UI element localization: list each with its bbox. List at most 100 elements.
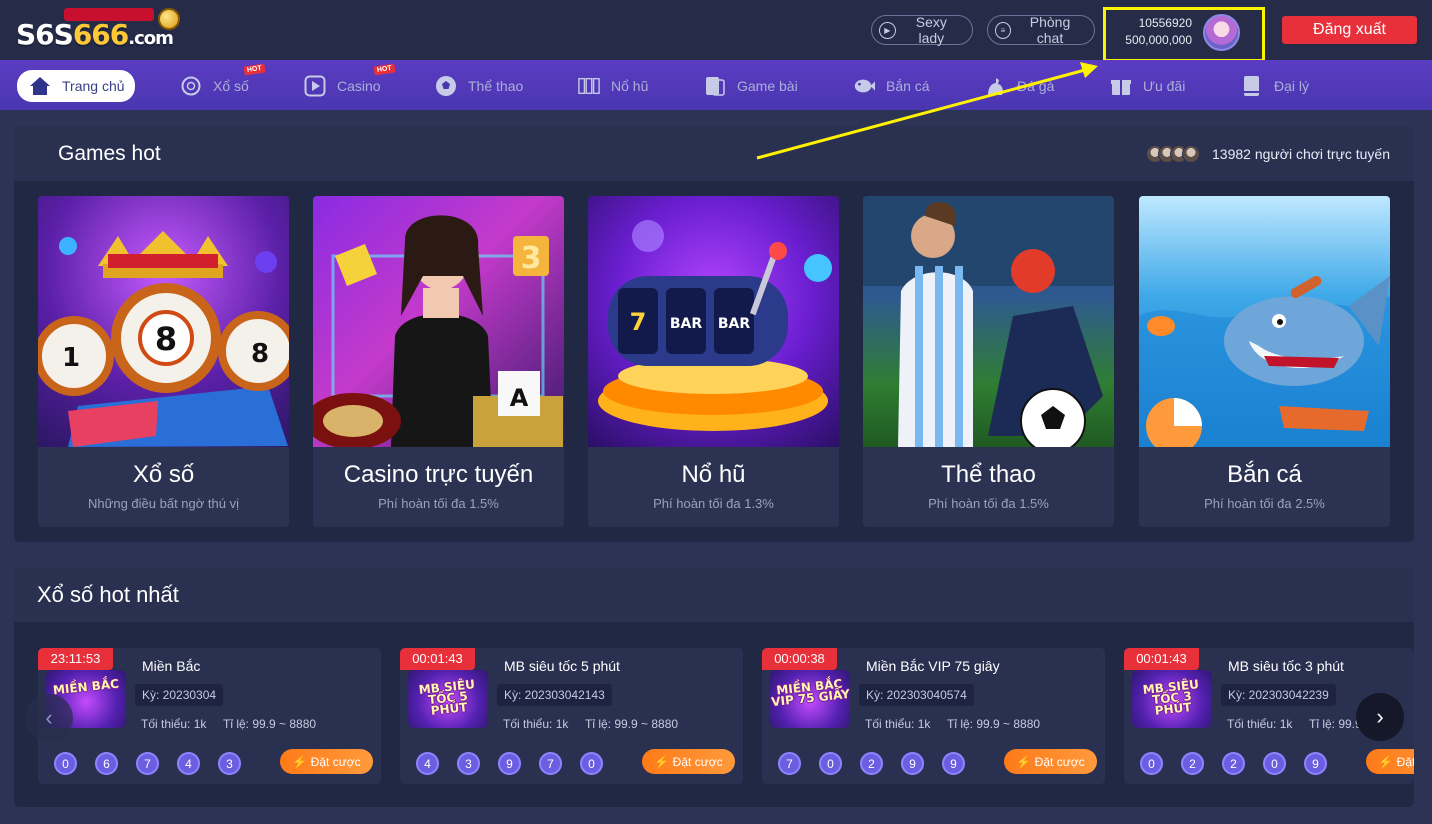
draw-period: Kỳ: 20230304 (135, 684, 224, 706)
nav-label-sports: Thể thao (468, 78, 524, 94)
svg-text:1: 1 (62, 343, 80, 373)
game-subtitle: Phí hoàn tối đa 1.3% (653, 496, 774, 511)
player-avatars (1146, 145, 1201, 163)
countdown-timer: 00:01:43 (1124, 648, 1199, 670)
game-name: Xổ số (132, 461, 195, 488)
svg-text:A: A (510, 384, 529, 412)
nav-item-slots[interactable]: Nổ hũ (578, 71, 648, 101)
game-name: Bắn cá (1227, 461, 1302, 488)
lottery-card[interactable]: MIỀN BẮC 23:11:53 Miền Bắc Kỳ: 20230304 … (38, 648, 381, 784)
game-subtitle: Phí hoàn tối đa 1.5% (378, 496, 499, 511)
result-ball: 0 (580, 752, 603, 775)
payout-rate: Tỉ lệ: 99.9 ~ 8880 (947, 717, 1041, 731)
nav-item-agent[interactable]: Đại lý (1241, 71, 1309, 101)
result-ball: 0 (1263, 752, 1286, 775)
nav-item-casino[interactable]: Casino HOT (304, 63, 396, 101)
result-ball: 2 (860, 752, 883, 775)
lottery-ball-icon (180, 75, 202, 97)
nav-item-promotions[interactable]: Ưu đãi (1110, 71, 1185, 101)
game-card-sports[interactable]: Thể thao Phí hoàn tối đa 1.5% (863, 196, 1114, 527)
main-nav: Trang chủ Xổ số HOT Casino HOT Thể thao … (0, 60, 1432, 110)
account-balance-box[interactable]: 10556920 500,000,000 (1103, 7, 1265, 62)
games-hot-header: Games hot 13982 người chơi trực tuyến (14, 126, 1414, 181)
sports-image (863, 196, 1114, 447)
cards-icon (704, 75, 726, 97)
rooster-icon (984, 75, 1006, 97)
draw-period: Kỳ: 202303042143 (497, 684, 612, 706)
games-hot-panel: Games hot 13982 người chơi trực tuyến 8 … (14, 126, 1414, 542)
game-name: Casino trực tuyến (343, 461, 534, 488)
chat-icon: ≡ (995, 21, 1011, 39)
result-ball: 9 (498, 752, 521, 775)
lottery-name: MB siêu tốc 3 phút (1228, 658, 1344, 674)
carousel-prev-button[interactable]: ‹ (25, 694, 73, 742)
lottery-card[interactable]: MIỀN BẮC VIP 75 GIÂY 00:00:38 Miền Bắc V… (762, 648, 1105, 784)
game-card-slots[interactable]: 7 BAR BAR Nổ hũ Phí hoàn tối đa 1.3% (588, 196, 839, 527)
nav-item-lottery[interactable]: Xổ số HOT (180, 63, 266, 101)
place-bet-button[interactable]: ⚡ Đặt cược (280, 749, 373, 774)
result-ball: 9 (1304, 752, 1327, 775)
countdown-timer: 00:01:43 (400, 648, 475, 670)
result-ball: 4 (177, 752, 200, 775)
draw-period: Kỳ: 202303040574 (859, 684, 974, 706)
nav-label-promotions: Ưu đãi (1143, 78, 1186, 94)
chevron-right-icon: › (1376, 704, 1384, 729)
svg-text:8: 8 (155, 320, 177, 358)
site-logo[interactable]: S6S666.com (16, 8, 191, 54)
game-card-fishing[interactable]: Bắn cá Phí hoàn tối đa 2.5% (1139, 196, 1390, 527)
lottery-card[interactable]: MB SIÊU TỐC 5 PHÚT 00:01:43 MB siêu tốc … (400, 648, 743, 784)
result-balls: 7 0 2 9 9 (778, 752, 965, 775)
result-ball: 7 (778, 752, 801, 775)
result-ball: 2 (1222, 752, 1245, 775)
nav-item-sports[interactable]: Thể thao (435, 71, 523, 101)
game-name: Nổ hũ (681, 461, 746, 488)
nav-item-card-games[interactable]: Game bài (704, 71, 798, 101)
online-count-text: 13982 người chơi trực tuyến (1212, 146, 1390, 162)
hot-badge: HOT (243, 63, 266, 76)
nav-label-agent: Đại lý (1274, 78, 1310, 94)
place-bet-button[interactable]: ⚡ Đặt cược (642, 749, 735, 774)
games-hot-title: Games hot (58, 142, 161, 165)
payout-rate: Tỉ lệ: 99.9 ~ 8880 (585, 717, 679, 731)
fishing-image (1139, 196, 1390, 447)
avatar[interactable] (1203, 14, 1240, 51)
balance-amount: 500,000,000 (1125, 33, 1192, 47)
sexy-lady-button[interactable]: ▶ Sexy lady (871, 14, 973, 46)
nav-label-fishing: Bắn cá (886, 78, 930, 94)
result-ball: 3 (218, 752, 241, 775)
min-bet: Tối thiểu: 1k (141, 717, 207, 731)
lottery-badge-image: MB SIÊU TỐC 5 PHÚT (408, 670, 488, 728)
place-bet-button[interactable]: ⚡ Đặt cược (1366, 749, 1414, 774)
agent-book-icon (1241, 75, 1263, 97)
game-subtitle: Những điều bất ngờ thú vị (88, 496, 239, 511)
svg-text:7: 7 (630, 308, 647, 336)
min-bet: Tối thiểu: 1k (1227, 717, 1293, 731)
result-ball: 9 (901, 752, 924, 775)
min-bet: Tối thiểu: 1k (503, 717, 569, 731)
carousel-next-button[interactable]: › (1356, 693, 1404, 741)
logo-text: S6S666.com (16, 18, 174, 51)
min-bet: Tối thiểu: 1k (865, 717, 931, 731)
result-ball: 7 (136, 752, 159, 775)
lottery-hot-title: Xổ số hot nhất (37, 582, 179, 607)
play-circle-icon: ▶ (879, 21, 896, 39)
chat-room-button[interactable]: ≡ Phòng chat (987, 14, 1095, 46)
chat-room-label: Phòng chat (1029, 14, 1071, 46)
nav-item-fishing[interactable]: Bắn cá (853, 71, 930, 101)
nav-item-home[interactable]: Trang chủ (17, 70, 135, 102)
svg-text:3: 3 (521, 241, 542, 276)
game-name: Thể thao (941, 461, 1036, 488)
play-icon (304, 75, 326, 97)
result-ball: 4 (416, 752, 439, 775)
nav-label-lottery: Xổ số (213, 78, 249, 94)
logout-button[interactable]: Đăng xuất (1282, 16, 1417, 44)
game-card-casino[interactable]: 3 A Casino trực tuyến Phí hoàn tối đa 1.… (313, 196, 564, 527)
game-card-lottery[interactable]: 8 1 8 Xổ số Những điều bất ngờ thú vị (38, 196, 289, 527)
lottery-name: Miền Bắc (142, 658, 201, 674)
draw-period: Kỳ: 202303042239 (1221, 684, 1336, 706)
result-ball: 0 (819, 752, 842, 775)
game-subtitle: Phí hoàn tối đa 1.5% (928, 496, 1049, 511)
nav-item-cockfight[interactable]: Đá gà (984, 71, 1054, 101)
place-bet-button[interactable]: ⚡ Đặt cược (1004, 749, 1097, 774)
result-balls: 0 6 7 4 3 (54, 752, 241, 775)
